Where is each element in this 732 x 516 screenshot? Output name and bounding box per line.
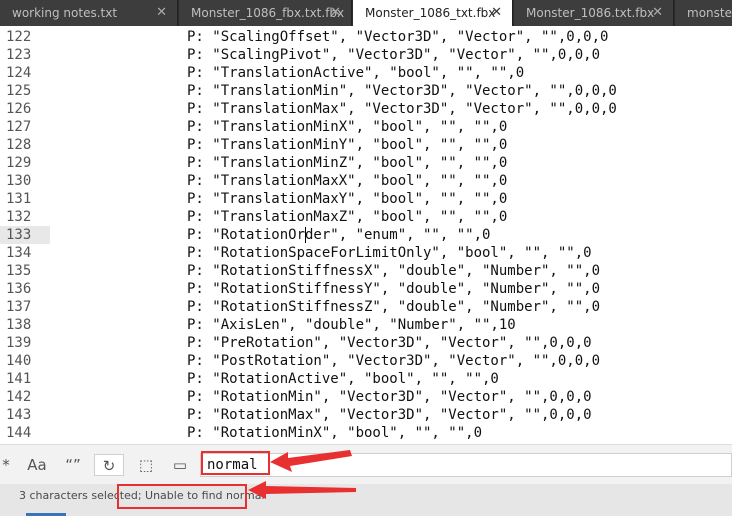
tab-monster-overflow[interactable]: monster_: [675, 0, 732, 26]
line-text: P: "TranslationMaxZ", "bool", "", "",0: [187, 209, 508, 225]
regex-toggle-button[interactable]: *: [0, 454, 12, 476]
line-number: 126: [6, 101, 32, 117]
code-line[interactable]: 135 P: "RotationStiffnessX", "double", "N…: [0, 262, 732, 280]
code-line[interactable]: 126 P: "TranslationMax", "Vector3D", "Vec…: [0, 100, 732, 118]
line-text: P: "RotationSpaceForLimitOnly", "bool", …: [187, 245, 592, 261]
line-number: 130: [6, 173, 32, 189]
line-number: 140: [6, 353, 32, 369]
line-number: 131: [6, 191, 32, 207]
line-text: P: "RotationMinX", "bool", "", "",0: [187, 425, 483, 441]
annotation-box-status-message: [117, 484, 247, 509]
status-bar: 3 characters selected; Unable to find no…: [0, 484, 732, 516]
find-panel: * Aa “” ↻ ⬚ ▭ normal: [0, 444, 732, 485]
code-line[interactable]: 123 P: "ScalingPivot", "Vector3D", "Vecto…: [0, 46, 732, 64]
line-text: P: "AxisLen", "double", "Number", "",10: [187, 317, 516, 333]
tab-monster-fbx-txt[interactable]: Monster_1086_fbx.txt.fbx ✕: [179, 0, 352, 26]
code-line[interactable]: 130 P: "TranslationMaxX", "bool", "", "",…: [0, 172, 732, 190]
code-line[interactable]: 125 P: "TranslationMin", "Vector3D", "Vec…: [0, 82, 732, 100]
code-line[interactable]: 134 P: "RotationSpaceForLimitOnly", "bool…: [0, 244, 732, 262]
line-number: 133: [6, 227, 32, 243]
line-number: 125: [6, 83, 32, 99]
tab-bar: working notes.txt ✕ Monster_1086_fbx.txt…: [0, 0, 732, 26]
highlight-matches-toggle-button[interactable]: ▭: [166, 454, 194, 476]
line-number: 122: [6, 29, 32, 45]
tab-label: working notes.txt: [12, 6, 118, 20]
line-text: P: "TranslationMaxX", "bool", "", "",0: [187, 173, 508, 189]
line-number: 141: [6, 371, 32, 387]
line-number: 143: [6, 407, 32, 423]
close-icon[interactable]: ✕: [652, 0, 663, 26]
whole-word-toggle-button[interactable]: “”: [58, 454, 88, 476]
line-text: P: "RotationStiffnessY", "double", "Numb…: [187, 281, 601, 297]
line-number: 129: [6, 155, 32, 171]
tab-label: Monster_1086_txt.fbx: [365, 6, 496, 20]
code-line[interactable]: 132 P: "TranslationMaxZ", "bool", "", "",…: [0, 208, 732, 226]
line-number: 132: [6, 209, 32, 225]
line-number: 142: [6, 389, 32, 405]
line-number: 138: [6, 317, 32, 333]
code-line[interactable]: 141 P: "RotationActive", "bool", "", "",0: [0, 370, 732, 388]
close-icon[interactable]: ✕: [491, 0, 502, 26]
code-line[interactable]: 129 P: "TranslationMinZ", "bool", "", "",…: [0, 154, 732, 172]
tab-working-notes[interactable]: working notes.txt ✕: [0, 0, 178, 26]
code-editor[interactable]: 122 P: "ScalingOffset", "Vector3D", "Vect…: [0, 26, 732, 444]
line-text: P: "RotationMin", "Vector3D", "Vector", …: [187, 389, 592, 405]
code-line[interactable]: 131 P: "TranslationMaxY", "bool", "", "",…: [0, 190, 732, 208]
code-line[interactable]: 142 P: "RotationMin", "Vector3D", "Vector…: [0, 388, 732, 406]
line-number: 137: [6, 299, 32, 315]
line-text: P: "TranslationMinZ", "bool", "", "",0: [187, 155, 508, 171]
line-text: P: "RotationOrder", "enum", "", "",0: [187, 227, 491, 243]
wrap-toggle-button[interactable]: ↻: [94, 454, 124, 476]
line-number: 134: [6, 245, 32, 261]
line-text: P: "TranslationMax", "Vector3D", "Vector…: [187, 101, 617, 117]
line-text: P: "TranslationMin", "Vector3D", "Vector…: [187, 83, 617, 99]
line-number: 135: [6, 263, 32, 279]
code-line[interactable]: 139 P: "PreRotation", "Vector3D", "Vector…: [0, 334, 732, 352]
line-text: P: "RotationStiffnessZ", "double", "Numb…: [187, 299, 601, 315]
line-text: P: "PostRotation", "Vector3D", "Vector",…: [187, 353, 601, 369]
case-sensitive-toggle-button[interactable]: Aa: [22, 454, 52, 476]
code-line-current[interactable]: 133 P: "RotationOrder", "enum", "", "",0: [0, 226, 732, 244]
line-number: 124: [6, 65, 32, 81]
tab-monster-txt-fbx-active[interactable]: Monster_1086_txt.fbx ✕: [353, 0, 513, 26]
code-line[interactable]: 137 P: "RotationStiffnessZ", "double", "N…: [0, 298, 732, 316]
line-text: P: "ScalingOffset", "Vector3D", "Vector"…: [187, 29, 609, 45]
line-text: P: "RotationStiffnessX", "double", "Numb…: [187, 263, 601, 279]
code-line[interactable]: 127 P: "TranslationMinX", "bool", "", "",…: [0, 118, 732, 136]
annotation-box-find-input: [201, 451, 270, 475]
line-text: P: "TranslationMinX", "bool", "", "",0: [187, 119, 508, 135]
tab-label: Monster_1086_fbx.txt.fbx: [191, 6, 345, 20]
close-icon[interactable]: ✕: [330, 0, 341, 26]
code-line[interactable]: 140 P: "PostRotation", "Vector3D", "Vecto…: [0, 352, 732, 370]
code-line[interactable]: 122 P: "ScalingOffset", "Vector3D", "Vect…: [0, 28, 732, 46]
line-text: P: "ScalingPivot", "Vector3D", "Vector",…: [187, 47, 601, 63]
line-text: P: "TranslationMinY", "bool", "", "",0: [187, 137, 508, 153]
line-text: P: "RotationMax", "Vector3D", "Vector", …: [187, 407, 592, 423]
line-text: P: "PreRotation", "Vector3D", "Vector", …: [187, 335, 592, 351]
close-icon[interactable]: ✕: [156, 0, 167, 26]
line-number: 136: [6, 281, 32, 297]
find-input[interactable]: normal: [200, 453, 732, 477]
tab-monster-txt-dot-fbx[interactable]: Monster_1086.txt.fbx ✕: [514, 0, 674, 26]
code-line[interactable]: 144 P: "RotationMinX", "bool", "", "",0: [0, 424, 732, 442]
line-number: 128: [6, 137, 32, 153]
line-text: P: "RotationActive", "bool", "", "",0: [187, 371, 499, 387]
line-number: 139: [6, 335, 32, 351]
tab-label: monster_: [687, 6, 732, 20]
text-cursor: [305, 227, 306, 243]
code-line[interactable]: 143 P: "RotationMax", "Vector3D", "Vector…: [0, 406, 732, 424]
code-line[interactable]: 124 P: "TranslationActive", "bool", "", "…: [0, 64, 732, 82]
tab-label: Monster_1086.txt.fbx: [526, 6, 655, 20]
line-text: P: "TranslationActive", "bool", "", "",0: [187, 65, 525, 81]
line-text: P: "TranslationMaxY", "bool", "", "",0: [187, 191, 508, 207]
code-line[interactable]: 128 P: "TranslationMinY", "bool", "", "",…: [0, 136, 732, 154]
line-number: 144: [6, 425, 32, 441]
in-selection-toggle-button[interactable]: ⬚: [132, 454, 160, 476]
line-number: 123: [6, 47, 32, 63]
code-line[interactable]: 136 P: "RotationStiffnessY", "double", "N…: [0, 280, 732, 298]
line-number: 127: [6, 119, 32, 135]
code-line[interactable]: 138 P: "AxisLen", "double", "Number", "",…: [0, 316, 732, 334]
